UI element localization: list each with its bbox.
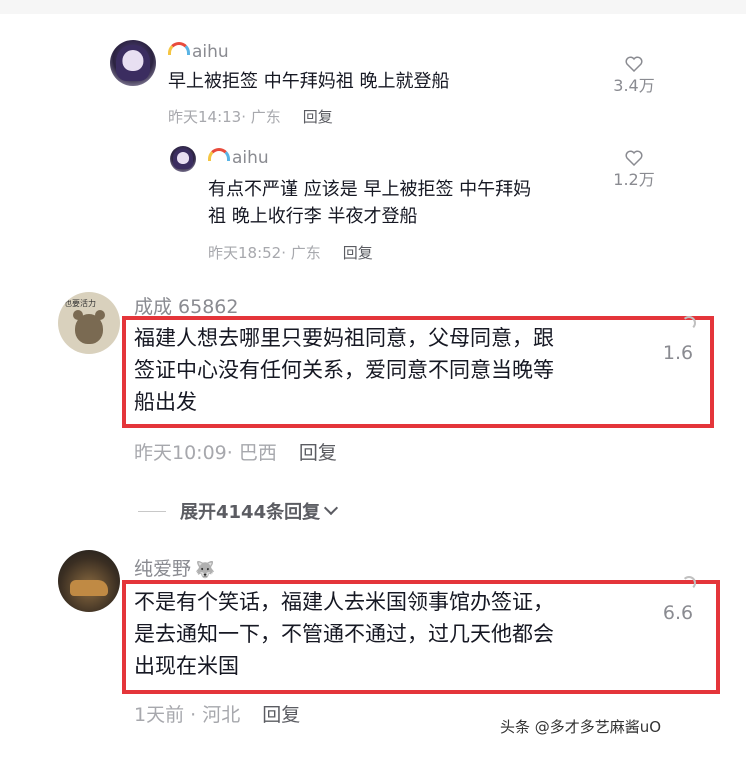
comment-text: 有点不严谨 应该是 早上被拒签 中午拜妈 祖 晚上收行李 半夜才登船 [208, 179, 532, 227]
rainbow-icon [208, 148, 230, 161]
reply-button[interactable]: 回复 [299, 442, 337, 464]
wolf-icon: 🐺 [195, 560, 215, 579]
reply-button[interactable]: 回复 [343, 244, 373, 262]
comment-meta: 昨天14:13· 广东 回复 [168, 106, 333, 127]
like-button[interactable]: 1.2万 [604, 150, 664, 190]
comment-meta: 昨天18:52· 广东 回复 [208, 242, 373, 263]
like-count[interactable]: 1.6 [648, 342, 708, 364]
avatar-tag: 也要活力 [64, 299, 96, 308]
avatar[interactable] [58, 550, 120, 612]
divider [138, 511, 166, 512]
like-count[interactable]: 6.6 [648, 602, 708, 624]
avatar[interactable] [170, 146, 196, 172]
username[interactable]: 成成 65862 [134, 292, 238, 319]
heart-outline-icon [682, 576, 696, 590]
comment-text: 福建人想去哪里只要妈祖同意，父母同意，跟 签证中心没有任何关系，爱同意不同意当晚… [134, 326, 554, 414]
like-count: 1.2万 [613, 170, 655, 189]
heart-outline-icon [625, 150, 643, 166]
comment-meta: 昨天10:09· 巴西 回复 [134, 438, 337, 465]
username[interactable]: aihu [208, 148, 269, 168]
rainbow-icon [168, 42, 190, 55]
reply-button[interactable]: 回复 [303, 108, 333, 126]
username[interactable]: 纯爱野 🐺 [134, 554, 215, 581]
heart-outline-icon [625, 56, 643, 72]
username[interactable]: aihu [168, 42, 229, 62]
avatar[interactable]: 也要活力 [58, 292, 120, 354]
time-location: 昨天10:09· 巴西 [134, 442, 277, 464]
like-button[interactable]: 3.4万 [604, 56, 664, 96]
comment-meta: 1天前 · 河北 回复 [134, 700, 300, 727]
comment-text: 早上被拒签 中午拜妈祖 晚上就登船 [168, 71, 450, 92]
avatar[interactable] [110, 40, 156, 86]
like-count: 3.4万 [613, 76, 655, 95]
expand-replies-button[interactable]: 展开4144条回复 [138, 498, 339, 524]
watermark: 头条 @多才多艺麻酱uO [500, 718, 662, 736]
comment-text: 不是有个笑话，福建人去米国领事馆办签证， 是去通知一下，不管通不通过，过几天他都… [134, 590, 554, 678]
chevron-down-icon [324, 500, 339, 516]
heart-outline-icon [682, 316, 696, 330]
time-location: 1天前 · 河北 [134, 704, 241, 726]
reply-button[interactable]: 回复 [262, 704, 300, 726]
top-edge [0, 0, 746, 14]
time-location: 昨天14:13· 广东 [168, 108, 281, 126]
time-location: 昨天18:52· 广东 [208, 244, 321, 262]
